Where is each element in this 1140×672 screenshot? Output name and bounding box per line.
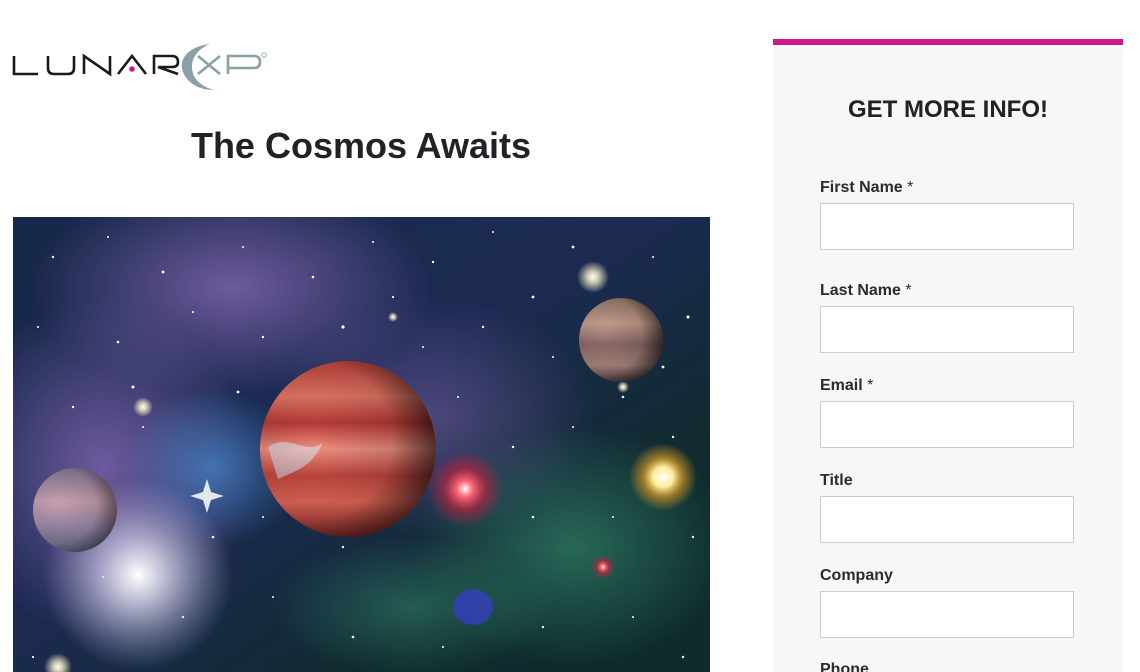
title-field[interactable] bbox=[820, 496, 1074, 543]
last-name-field[interactable] bbox=[820, 306, 1074, 353]
first-name-label-text: First Name bbox=[820, 179, 903, 196]
phone-label: Phone bbox=[820, 660, 869, 672]
page-title: The Cosmos Awaits bbox=[190, 125, 532, 166]
email-label: Email * bbox=[820, 376, 873, 396]
first-name-field[interactable] bbox=[820, 203, 1074, 250]
space-planets-nebula-image bbox=[13, 217, 710, 672]
required-mark: * bbox=[867, 377, 874, 394]
company-label-text: Company bbox=[820, 567, 893, 584]
lead-form-panel: GET MORE INFO! First Name * Last Name * … bbox=[773, 39, 1123, 672]
first-name-label: First Name * bbox=[820, 178, 913, 198]
company-field[interactable] bbox=[820, 591, 1074, 638]
space-scene-graphic bbox=[13, 217, 710, 672]
lunar-xp-logo[interactable] bbox=[12, 38, 272, 94]
last-name-label-text: Last Name bbox=[820, 282, 901, 299]
form-title: GET MORE INFO! bbox=[848, 96, 1048, 123]
email-field[interactable] bbox=[820, 401, 1074, 448]
required-mark: * bbox=[905, 282, 912, 299]
required-mark: * bbox=[907, 179, 914, 196]
last-name-label: Last Name * bbox=[820, 281, 912, 301]
landing-page: The Cosmos Awaits GET MORE INFO! First N… bbox=[0, 0, 1140, 672]
phone-label-text: Phone bbox=[820, 661, 869, 672]
title-label: Title bbox=[820, 471, 853, 491]
title-label-text: Title bbox=[820, 472, 853, 489]
lunar-xp-logo-graphic bbox=[12, 44, 267, 90]
company-label: Company bbox=[820, 566, 893, 586]
email-label-text: Email bbox=[820, 377, 863, 394]
